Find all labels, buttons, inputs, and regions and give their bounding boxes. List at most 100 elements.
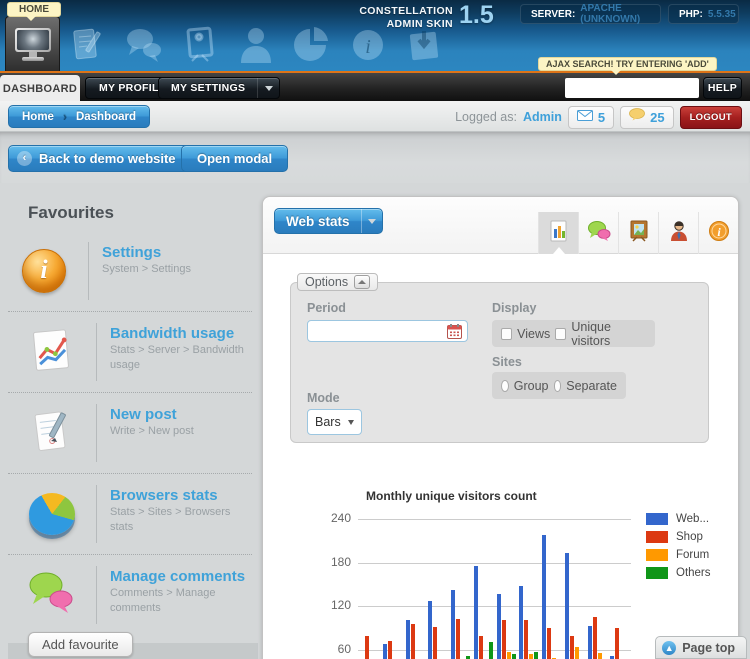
chart-plot: 240 180 120 60 <box>358 516 631 659</box>
favourite-item-manage-comments[interactable]: Manage comments Comments > Manage commen… <box>8 554 252 635</box>
open-modal-button[interactable]: Open modal <box>181 145 288 172</box>
breadcrumb-home[interactable]: Home <box>13 111 63 123</box>
tab-my-settings[interactable]: MY SETTINGS <box>158 77 280 99</box>
gridline <box>358 519 631 520</box>
info-coin-icon: i <box>708 220 730 247</box>
separate-radio-label[interactable]: Separate <box>566 379 617 393</box>
favourite-item-settings[interactable]: i Settings System > Settings <box>0 231 252 311</box>
add-favourite-button[interactable]: Add favourite <box>28 632 133 657</box>
chart-bar <box>512 654 516 659</box>
favourite-item-bandwidth[interactable]: Bandwidth usage Stats > Server > Bandwid… <box>8 311 252 392</box>
legend-swatch <box>646 513 668 525</box>
chart-bar <box>519 586 523 659</box>
chart-bar <box>497 594 501 659</box>
tab-comments[interactable] <box>578 212 618 254</box>
views-checkbox-label[interactable]: Views <box>517 327 550 341</box>
y-tick-label: 240 <box>318 511 351 525</box>
users-icon[interactable] <box>234 24 278 66</box>
mode-select[interactable]: Bars <box>307 409 362 435</box>
tab-info[interactable]: i <box>698 212 738 254</box>
chart-bar <box>547 628 551 659</box>
action-toolbar: ‹ Back to demo website Open modal <box>0 132 750 183</box>
stats-icon[interactable] <box>290 24 334 66</box>
photo-frame-icon <box>628 219 650 247</box>
webstats-dropdown-button[interactable] <box>361 209 382 233</box>
group-radio-label[interactable]: Group <box>514 379 549 393</box>
comments-icon <box>27 571 77 620</box>
legend-swatch <box>646 549 668 561</box>
page-top-button[interactable]: ▲ Page top <box>655 636 747 659</box>
comments-badge[interactable]: 25 <box>620 106 673 129</box>
chart-bar <box>615 628 619 659</box>
favourites-title: Favourites <box>28 203 114 223</box>
unique-visitors-checkbox[interactable] <box>555 328 566 340</box>
breadcrumb-current[interactable]: Dashboard <box>67 111 145 123</box>
logged-as-label: Logged as: <box>455 110 517 124</box>
panel-icon-tabs: i <box>538 212 738 254</box>
group-radio[interactable] <box>501 380 509 392</box>
search-tooltip: AJAX SEARCH! TRY ENTERING 'ADD' <box>538 57 717 71</box>
chart-bar <box>502 620 506 659</box>
chart-bar <box>456 619 460 659</box>
tab-dashboard[interactable]: DASHBOARD <box>0 75 80 103</box>
home-nav-button[interactable] <box>5 16 60 71</box>
mail-count: 5 <box>598 110 605 125</box>
favourite-item-new-post[interactable]: New post Write > New post <box>8 392 252 473</box>
settings-dropdown-button[interactable] <box>257 78 279 98</box>
info-icon[interactable]: i <box>346 24 390 66</box>
chart-legend: Web... Shop Forum Others <box>646 513 711 585</box>
webstats-title-button[interactable]: Web stats <box>274 208 383 234</box>
up-arrow-icon: ▲ <box>662 641 676 655</box>
favourite-item-browsers-stats[interactable]: Browsers stats Stats > Sites > Browsers … <box>8 473 252 554</box>
line-chart-icon <box>29 327 75 378</box>
legend-item: Web... <box>646 513 711 525</box>
panel-header: Web stats i <box>263 197 738 254</box>
back-to-demo-button[interactable]: ‹ Back to demo website <box>8 145 191 172</box>
chart-bar <box>588 626 592 659</box>
legend-item: Forum <box>646 549 711 561</box>
help-button[interactable]: HELP <box>703 77 742 99</box>
comments-icon[interactable] <box>122 24 166 66</box>
bar-chart-icon <box>548 219 570 248</box>
top-banner: HOME i CONSTELLATION ADMIN SKIN 1.5 SERV… <box>0 0 750 71</box>
mail-badge[interactable]: 5 <box>568 106 614 129</box>
tab-users[interactable] <box>658 212 698 254</box>
chart-bar <box>406 620 410 659</box>
webstats-panel: Web stats i Options Period Display Views… <box>262 196 739 659</box>
tab-stats[interactable] <box>538 212 578 254</box>
legend-label: Shop <box>668 531 703 543</box>
server-status: SERVER: APACHE (UNKNOWN) <box>520 4 661 24</box>
archive-icon[interactable] <box>402 24 446 66</box>
breadcrumb: Home › Dashboard <box>8 105 150 128</box>
chart-bar <box>479 636 483 659</box>
chart-bar <box>383 644 387 659</box>
unique-visitors-checkbox-label[interactable]: Unique visitors <box>571 320 646 348</box>
logged-user[interactable]: Admin <box>523 110 562 124</box>
period-label: Period <box>307 301 346 315</box>
mode-label: Mode <box>307 391 340 405</box>
chart-bar <box>570 636 574 659</box>
tab-media[interactable] <box>618 212 658 254</box>
php-status: PHP: 5.5.35 <box>668 4 739 24</box>
svg-text:i: i <box>365 36 371 58</box>
media-icon[interactable] <box>178 24 222 66</box>
chart-bar <box>451 590 455 659</box>
calendar-icon[interactable] <box>447 324 462 344</box>
chart-bar <box>565 553 569 659</box>
write-note-icon <box>29 408 75 459</box>
chart-bar <box>524 620 528 659</box>
favourites-list: i Settings System > Settings Bandwidth u… <box>0 231 252 635</box>
main-nav-icons: i <box>66 24 446 66</box>
period-input[interactable] <box>312 322 442 340</box>
search-input[interactable] <box>565 78 699 98</box>
home-tooltip: HOME <box>7 2 61 17</box>
logout-button[interactable]: LOGOUT <box>680 106 742 129</box>
chart-bar <box>534 652 538 659</box>
views-checkbox[interactable] <box>501 328 512 340</box>
collapse-options-button[interactable] <box>354 275 370 289</box>
write-icon[interactable] <box>66 24 110 66</box>
comments-icon <box>587 220 611 247</box>
separate-radio[interactable] <box>554 380 562 392</box>
pie-chart-icon <box>29 493 75 535</box>
legend-item: Shop <box>646 531 711 543</box>
